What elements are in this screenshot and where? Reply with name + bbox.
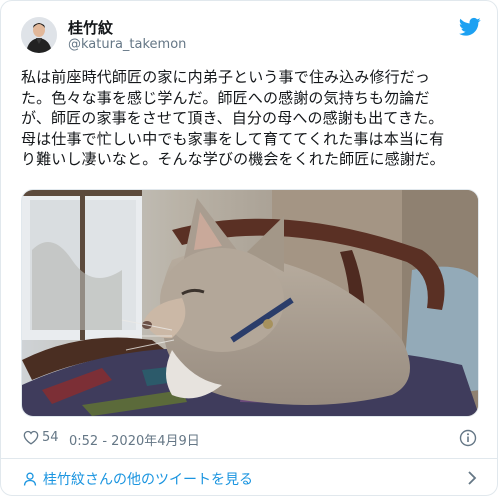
more-tweets-label[interactable]: 桂竹紋さんの他のツイートを見る <box>43 469 253 489</box>
author-handle[interactable]: @katura_takemon <box>68 37 186 52</box>
tweet-text: 私は前座時代師匠の家に内弟子という事で住み込み修行だっ た。色々な事を感じ学んだ… <box>21 68 445 169</box>
heart-icon[interactable] <box>23 430 39 445</box>
tweet-timestamp[interactable]: 0:52 - 2020年4月9日 <box>69 430 200 449</box>
info-icon[interactable] <box>459 429 477 447</box>
twitter-bird-icon[interactable] <box>458 17 481 37</box>
more-tweets-link[interactable]: 桂竹紋さんの他のツイートを見る <box>1 459 497 495</box>
tweet-photo[interactable] <box>21 189 479 417</box>
user-icon <box>23 471 37 486</box>
avatar-image <box>21 17 57 53</box>
cat-photo-image <box>22 190 478 416</box>
like-count[interactable]: 54 <box>42 430 59 445</box>
author-avatar[interactable] <box>21 17 57 53</box>
tweet-meta: 54 0:52 - 2020年4月9日 <box>23 429 481 449</box>
tweet-card: 桂竹紋 @katura_takemon 私は前座時代師匠の家に内弟子という事で住… <box>0 0 498 496</box>
chevron-right-icon[interactable] <box>467 470 477 486</box>
tweet-header: 桂竹紋 @katura_takemon <box>21 15 481 59</box>
author-name[interactable]: 桂竹紋 <box>68 17 113 38</box>
